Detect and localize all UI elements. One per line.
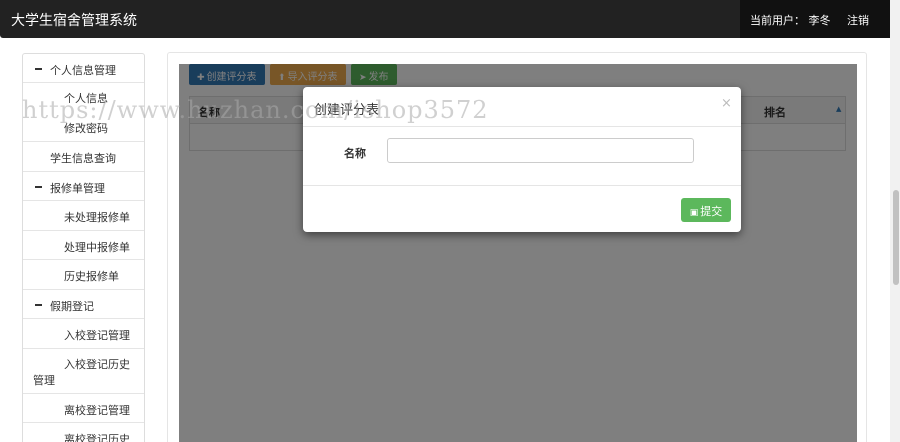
sidebar-item-label: 个人信息管理 [50, 64, 116, 77]
name-input[interactable] [387, 138, 694, 163]
sidebar-item-label: 离校登记历史 [64, 433, 130, 442]
sidebar-item-label: 假期登记 [50, 300, 94, 313]
close-icon[interactable]: × [721, 96, 732, 111]
sidebar-item-student-query[interactable]: 学生信息查询 [23, 142, 144, 172]
sidebar-item-label: 离校登记管理 [64, 404, 130, 417]
logout-link[interactable]: 注销 [847, 12, 869, 28]
sidebar-item-checkin-manage[interactable]: 入校登记管理 [23, 319, 144, 349]
sidebar-group-holiday[interactable]: 假期登记 [23, 290, 144, 319]
user-area: 当前用户： 李冬 注销 [740, 0, 890, 38]
sidebar-group-repair[interactable]: 报修单管理 [23, 172, 144, 201]
sidebar-item-checkout-manage[interactable]: 离校登记管理 [23, 394, 144, 423]
save-icon: ▣ [689, 208, 699, 218]
sidebar-item-repair-history[interactable]: 历史报修单 [23, 260, 144, 290]
sidebar-item-label: 入校登记管理 [64, 329, 130, 342]
sidebar-group-personal[interactable]: 个人信息管理 [23, 54, 144, 83]
sidebar-item-processing-repair[interactable]: 处理中报修单 [23, 231, 144, 260]
sidebar-item-pending-repair[interactable]: 未处理报修单 [23, 201, 144, 231]
top-navbar: 大学生宿舍管理系统 当前用户： 李冬 注销 [0, 0, 890, 38]
sidebar-item-label: 历史报修单 [64, 270, 119, 283]
sidebar-item-label-cont: 管理 [33, 374, 55, 387]
sidebar-item-label: 处理中报修单 [64, 241, 130, 254]
sidebar-item-label: 未处理报修单 [64, 211, 130, 224]
collapse-icon [35, 186, 42, 188]
sidebar-item-checkin-history[interactable]: 入校登记历史 管理 [23, 349, 144, 394]
sidebar-item-checkout-history[interactable]: 离校登记历史 [23, 423, 144, 442]
scrollbar-thumb[interactable] [893, 190, 899, 285]
modal-footer [303, 185, 741, 232]
sidebar-item-label: 报修单管理 [50, 182, 105, 195]
name-field-label: 名称 [344, 147, 366, 160]
sidebar-item-label: 入校登记历史 [64, 358, 130, 371]
current-user-label: 当前用户： 李冬 [750, 14, 831, 27]
sidebar-item-label: 学生信息查询 [50, 152, 116, 165]
collapse-icon [35, 68, 42, 70]
watermark-text: https://www.huzhan.com/ishop3572 [22, 96, 489, 124]
app-title: 大学生宿舍管理系统 [11, 13, 137, 29]
submit-button[interactable]: ▣ 提交 [681, 198, 731, 222]
collapse-icon [35, 304, 42, 306]
